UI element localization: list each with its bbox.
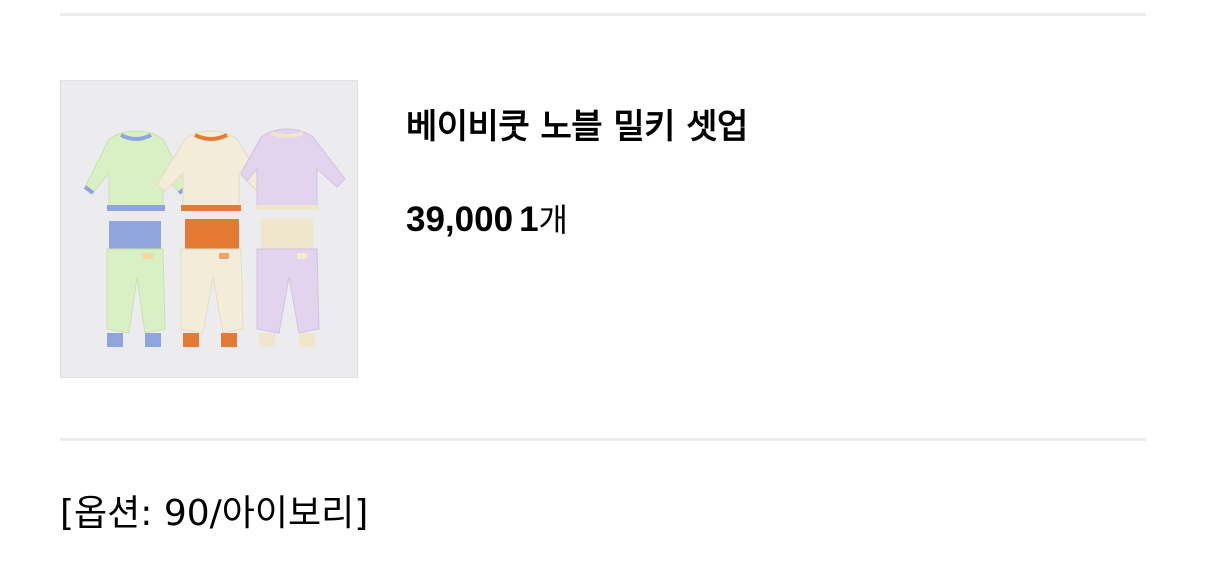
quantity-unit: 개 [538, 201, 568, 239]
option-text: [옵션: 90/아이보리] [60, 493, 369, 534]
product-image[interactable] [60, 80, 358, 378]
product-price: 39,000 [406, 200, 514, 239]
lavender-top [240, 128, 346, 210]
price-quantity-line: 39,000 1개 [406, 197, 568, 249]
top-divider [60, 13, 1146, 16]
product-name[interactable]: 베이비쿳 노블 밀키 셋업 [406, 104, 748, 150]
middle-divider [60, 438, 1146, 441]
product-illustration [83, 128, 346, 347]
ivory-pants [180, 219, 244, 347]
quantity-number: 1 [519, 200, 539, 239]
lavender-pants [256, 219, 320, 347]
green-pants [106, 221, 166, 347]
